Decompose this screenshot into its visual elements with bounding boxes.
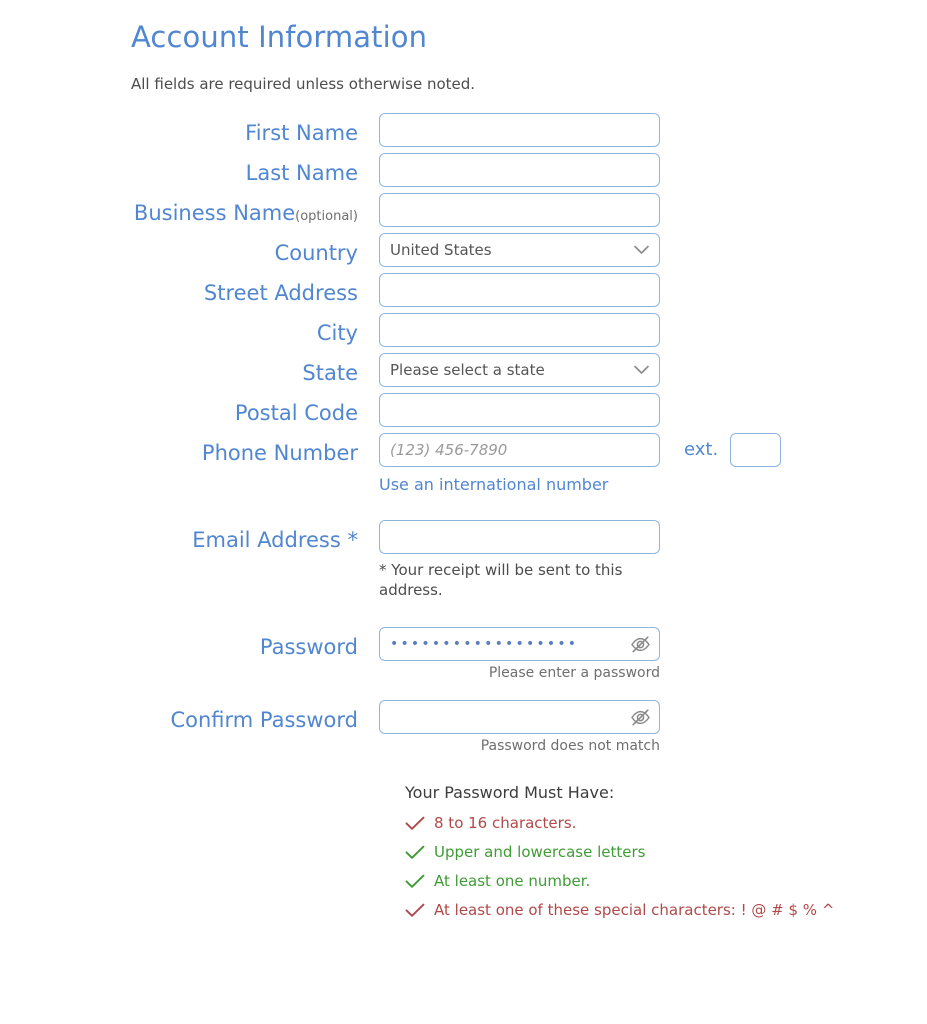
state-select[interactable]: Please select a state bbox=[379, 352, 660, 387]
password-label: Password bbox=[259, 634, 358, 659]
form-row-password: Password •••••••••••••••••• Please enter… bbox=[0, 626, 927, 682]
password-requirement-text: 8 to 16 characters. bbox=[434, 814, 577, 833]
password-requirements-title: Your Password Must Have: bbox=[405, 783, 615, 803]
account-information-page: Account Information All fields are requi… bbox=[0, 0, 927, 919]
postal-code-input[interactable] bbox=[379, 392, 660, 427]
password-input[interactable]: •••••••••••••••••• bbox=[379, 626, 660, 661]
confirm-password-error-message: Password does not match bbox=[480, 737, 660, 754]
first-name-label: First Name bbox=[245, 120, 358, 145]
business-name-label-text: Business Name bbox=[133, 200, 296, 225]
form-row-email-address: Email Address * * Your receipt will be s… bbox=[0, 519, 927, 601]
country-label: Country bbox=[274, 240, 358, 265]
form-row-business-name: Business Name(optional) bbox=[0, 192, 927, 227]
city-input[interactable] bbox=[379, 312, 660, 347]
password-masked-value: •••••••••••••••••• bbox=[390, 636, 579, 651]
ext-label: ext. bbox=[684, 438, 719, 460]
country-select[interactable]: United States bbox=[379, 232, 660, 267]
form-row-state: State Please select a state bbox=[0, 352, 927, 387]
form-row-phone-number: Phone Number ext. Use an international n… bbox=[0, 432, 927, 494]
business-name-input[interactable] bbox=[379, 192, 660, 227]
password-requirement-item: At least one number. bbox=[405, 872, 927, 890]
password-requirement-item: Upper and lowercase letters bbox=[405, 843, 927, 861]
email-receipt-note: * Your receipt will be sent to this addr… bbox=[379, 560, 623, 599]
form-row-country: Country United States bbox=[0, 232, 927, 267]
password-requirement-text: At least one of these special characters… bbox=[434, 901, 835, 920]
business-name-label: Business Name(optional) bbox=[0, 193, 379, 226]
street-address-input[interactable] bbox=[379, 272, 660, 307]
first-name-input[interactable] bbox=[379, 112, 660, 147]
phone-number-label: Phone Number bbox=[201, 440, 358, 465]
form-row-city: City bbox=[0, 312, 927, 347]
city-label: City bbox=[316, 320, 358, 345]
eye-off-icon[interactable] bbox=[629, 707, 651, 727]
postal-code-label: Postal Code bbox=[234, 400, 358, 425]
confirm-password-label: Confirm Password bbox=[170, 707, 358, 732]
form-row-postal-code: Postal Code bbox=[0, 392, 927, 427]
password-error-message: Please enter a password bbox=[488, 664, 660, 681]
state-label: State bbox=[302, 360, 358, 385]
ext-input[interactable] bbox=[730, 432, 782, 467]
check-icon bbox=[405, 845, 427, 860]
form-row-first-name: First Name bbox=[0, 112, 927, 147]
last-name-input[interactable] bbox=[379, 152, 660, 187]
password-requirement-text: Upper and lowercase letters bbox=[434, 843, 646, 862]
eye-off-icon[interactable] bbox=[629, 634, 651, 654]
international-number-link[interactable]: Use an international number bbox=[379, 475, 660, 494]
password-requirement-item: At least one of these special characters… bbox=[405, 901, 927, 919]
page-header: Account Information All fields are requi… bbox=[0, 18, 927, 95]
password-requirement-item: 8 to 16 characters. bbox=[405, 814, 927, 832]
street-address-label: Street Address bbox=[203, 280, 358, 305]
business-name-optional-note: (optional) bbox=[295, 208, 358, 224]
email-address-input[interactable] bbox=[379, 519, 660, 554]
confirm-password-input[interactable] bbox=[379, 699, 660, 734]
check-icon bbox=[405, 816, 427, 831]
last-name-label: Last Name bbox=[245, 160, 358, 185]
check-icon bbox=[405, 874, 427, 889]
password-requirements: Your Password Must Have: 8 to 16 charact… bbox=[0, 783, 927, 919]
password-requirement-text: At least one number. bbox=[434, 872, 591, 891]
account-form: First Name Last Name Business Name(optio… bbox=[0, 112, 927, 755]
check-icon bbox=[405, 903, 427, 918]
form-row-street-address: Street Address bbox=[0, 272, 927, 307]
form-row-last-name: Last Name bbox=[0, 152, 927, 187]
country-select-value: United States bbox=[390, 240, 492, 259]
state-select-value: Please select a state bbox=[390, 360, 545, 379]
page-title: Account Information bbox=[131, 20, 428, 54]
email-address-label: Email Address * bbox=[192, 527, 358, 552]
phone-number-input[interactable] bbox=[379, 432, 660, 467]
page-subtitle: All fields are required unless otherwise… bbox=[131, 75, 476, 94]
form-row-confirm-password: Confirm Password Password does not match bbox=[0, 699, 927, 755]
